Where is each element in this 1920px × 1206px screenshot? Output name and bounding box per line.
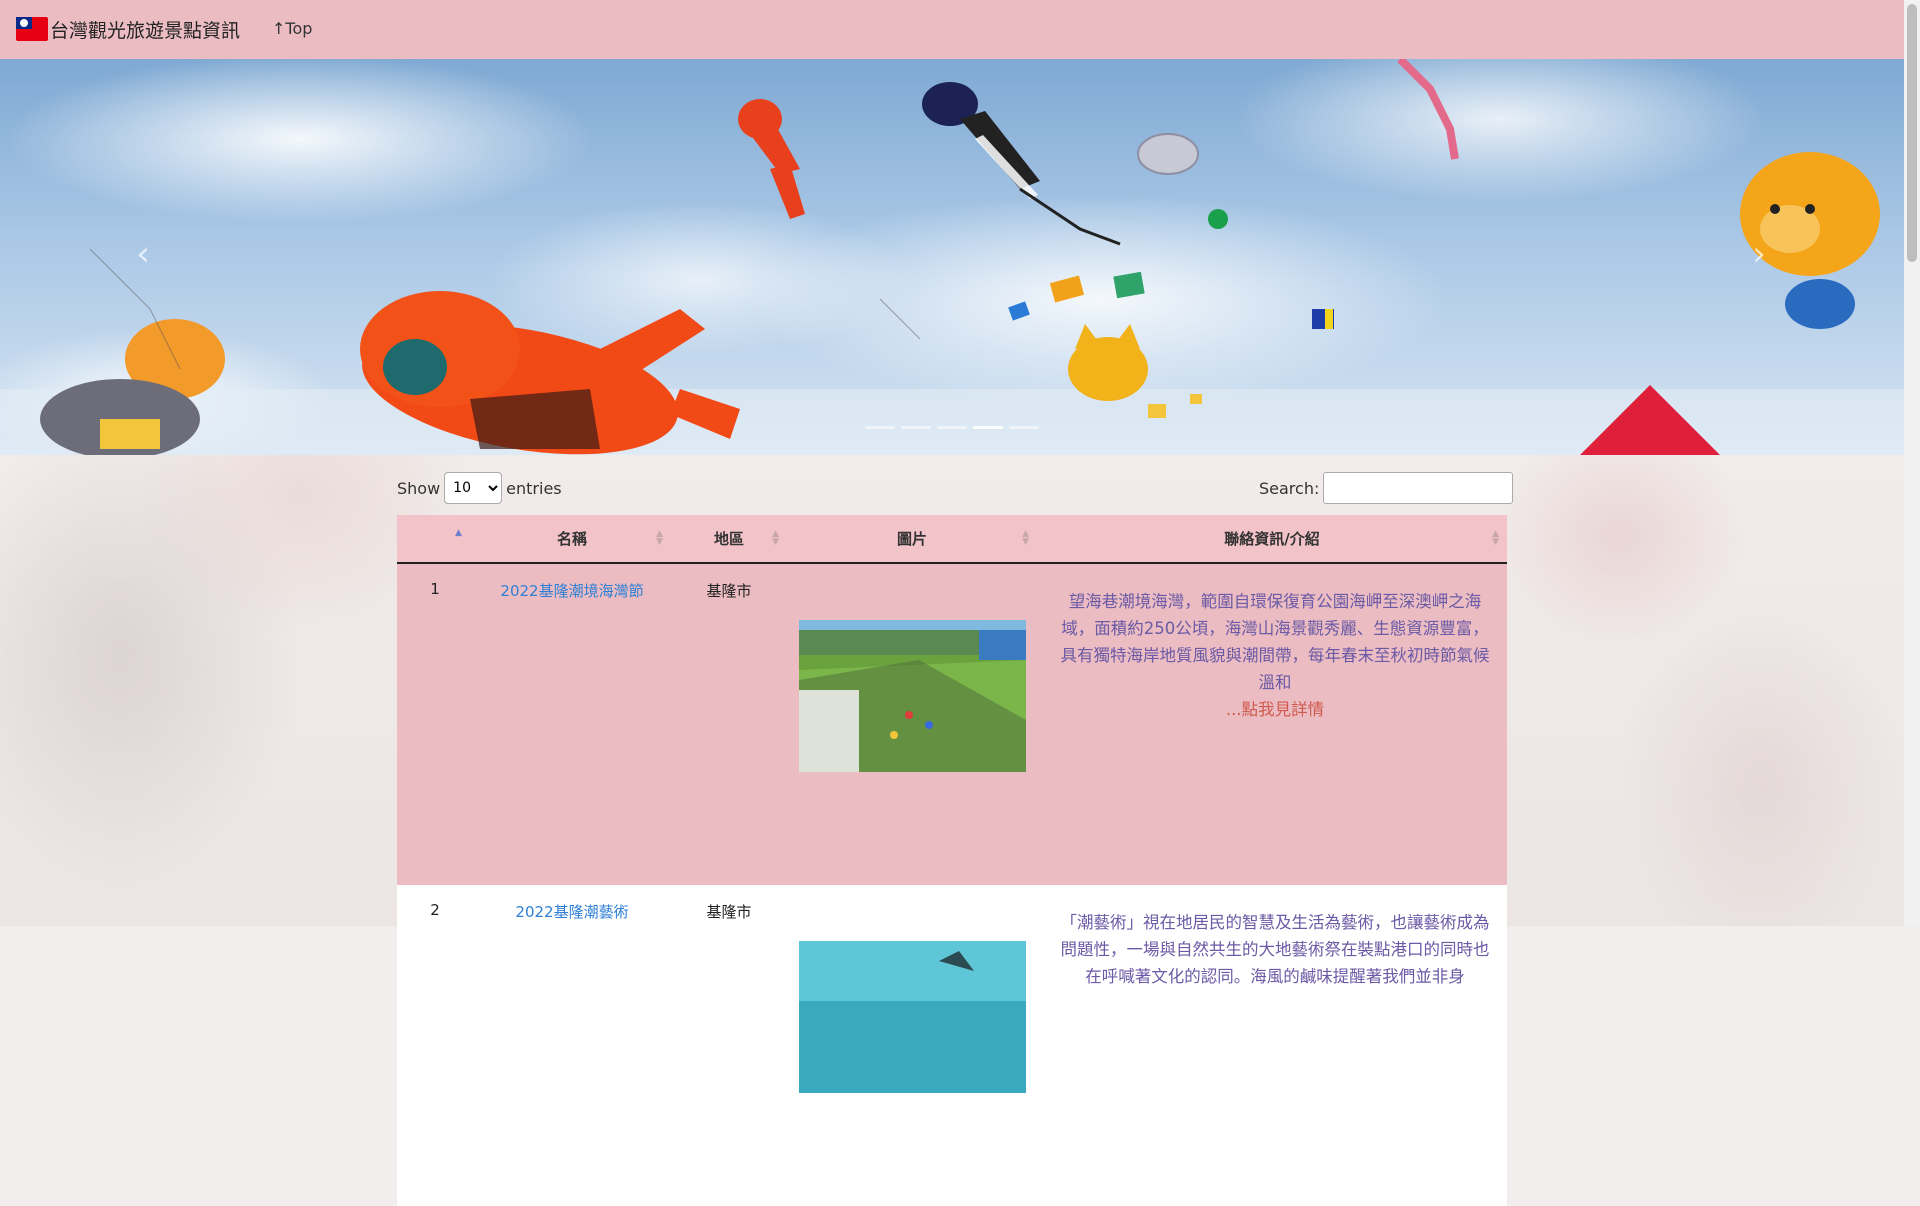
intro-cell: 望海巷潮境海灣，範圍自環保復育公園海岬至深澳岬之海域，面積約250公頃，海灣山海…: [1037, 563, 1507, 885]
entries-length-control: Show 10 entries: [397, 472, 562, 504]
name-cell: 2022基隆潮藝術: [473, 885, 671, 1206]
area-cell: 基隆市: [671, 563, 787, 885]
column-header-image[interactable]: 圖片 ▲ ▼: [787, 515, 1037, 564]
carousel-indicator-active[interactable]: [973, 426, 1003, 429]
name-cell: 2022基隆潮境海灣節: [473, 563, 671, 885]
kite-festival-image: [0, 59, 1904, 455]
table-header-row: ▲ 名稱 ▲ ▼ 地區 ▲ ▼ 圖片 ▲ ▼ 聯絡資訊/介紹 ▲ ▼: [397, 515, 1507, 564]
table-search-control: Search:: [1259, 472, 1514, 504]
chevron-right-icon: ›: [1752, 234, 1766, 274]
hero-carousel: ‹ ›: [0, 59, 1904, 455]
area-cell: 基隆市: [671, 885, 787, 1206]
carousel-indicator[interactable]: [937, 426, 967, 429]
carousel-indicators: [865, 426, 1039, 429]
carousel-next-button[interactable]: ›: [1744, 234, 1774, 274]
attractions-table: ▲ 名稱 ▲▼ 地區 ▲▼ 圖片 ▲▼ 聯絡資訊/介紹 ▲▼ 1 202: [397, 515, 1507, 1206]
column-header-area[interactable]: 地區 ▲ ▼: [671, 515, 787, 564]
scrollbar-thumb[interactable]: [1907, 4, 1917, 262]
intro-text: 「潮藝術」視在地居民的智慧及生活為藝術，也讓藝術成為問題性，一場與自然共生的大地…: [1060, 913, 1490, 986]
entries-label: entries: [506, 478, 562, 498]
festival-photo[interactable]: [798, 620, 1026, 772]
image-cell: [787, 563, 1037, 885]
search-input[interactable]: [1323, 472, 1514, 504]
sort-icon: ▲ ▼: [1022, 529, 1029, 547]
brand-title: 台灣觀光旅遊景點資訊: [50, 19, 241, 42]
intro-cell: 「潮藝術」視在地居民的智慧及生活為藝術，也讓藝術成為問題性，一場與自然共生的大地…: [1037, 885, 1507, 1206]
show-label: Show: [397, 478, 441, 498]
column-header-index[interactable]: ▲: [397, 515, 473, 564]
carousel-indicator[interactable]: [901, 426, 931, 429]
table-row: 2 2022基隆潮藝術 基隆市 「潮藝術」視在地居民的智慧及生活為藝術，也讓藝術…: [397, 885, 1507, 1206]
more-details-link[interactable]: ...點我見詳情: [1226, 700, 1324, 719]
sort-icon: ▲ ▼: [1492, 529, 1499, 547]
row-index: 1: [397, 563, 473, 885]
back-to-top-link[interactable]: ↑Top: [272, 19, 312, 38]
column-header-name[interactable]: 名稱 ▲ ▼: [473, 515, 671, 564]
column-header-intro[interactable]: 聯絡資訊/介紹 ▲ ▼: [1037, 515, 1507, 564]
taiwan-flag-icon: [16, 17, 48, 41]
table-row: 1 2022基隆潮境海灣節 基隆市 望海巷潮境海灣，範圍自環保復育公園海岬至深澳…: [397, 563, 1507, 885]
search-label: Search:: [1259, 478, 1320, 498]
page-scrollbar[interactable]: [1904, 0, 1920, 926]
brand-link[interactable]: 台灣觀光旅遊景點資訊: [16, 14, 240, 44]
attraction-link[interactable]: 2022基隆潮境海灣節: [500, 582, 643, 600]
sort-icon: ▲ ▼: [772, 529, 779, 547]
art-photo[interactable]: [798, 941, 1026, 1093]
chevron-left-icon: ‹: [136, 234, 150, 274]
sort-ascending-icon: ▲: [455, 528, 462, 538]
carousel-prev-button[interactable]: ‹: [128, 234, 158, 274]
sort-icon: ▲ ▼: [656, 529, 663, 547]
intro-text: 望海巷潮境海灣，範圍自環保復育公園海岬至深澳岬之海域，面積約250公頃，海灣山海…: [1060, 592, 1490, 692]
attraction-link[interactable]: 2022基隆潮藝術: [515, 903, 628, 921]
carousel-indicator[interactable]: [1009, 426, 1039, 429]
entries-length-select[interactable]: 10: [444, 472, 503, 504]
image-cell: [787, 885, 1037, 1206]
carousel-indicator[interactable]: [865, 426, 895, 429]
row-index: 2: [397, 885, 473, 1206]
navbar: 台灣觀光旅遊景點資訊 ↑Top: [0, 0, 1904, 59]
